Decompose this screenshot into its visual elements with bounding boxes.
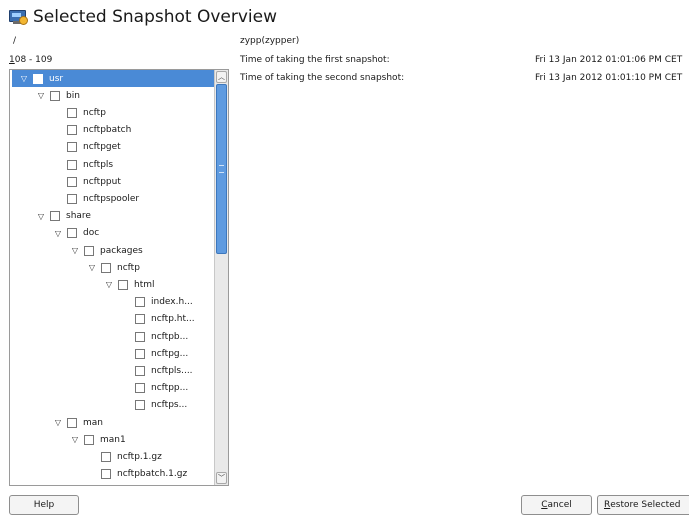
tree-item-label: usr — [49, 73, 64, 84]
tree-item-label: ncftpput — [83, 176, 121, 187]
tree-checkbox[interactable] — [67, 125, 77, 136]
tree-row[interactable]: ▽ packages — [10, 242, 143, 259]
tree-checkbox[interactable] — [135, 297, 145, 308]
tree-item-label: ncftpls.... — [151, 365, 193, 376]
snapper-app-icon — [8, 9, 28, 25]
tree-row[interactable]: ncftp.1.gz — [10, 448, 162, 465]
tree-item-label: ncftp.1.gz — [117, 451, 162, 462]
tree-item-label: ncftpg... — [151, 348, 189, 359]
expand-triangle-icon[interactable]: ▽ — [69, 246, 81, 255]
tree-checkbox[interactable] — [135, 400, 145, 411]
tree-row[interactable]: ▽ ncftp — [10, 259, 140, 276]
tree-item-label: ncftpget — [83, 142, 121, 153]
tree-checkbox[interactable] — [67, 228, 77, 239]
tree-checkbox[interactable] — [135, 348, 145, 359]
tree-row[interactable]: index.h... — [10, 294, 193, 311]
expand-triangle-icon[interactable]: ▽ — [52, 418, 64, 427]
tree-checkbox[interactable] — [135, 365, 145, 376]
tree-item-label: man1 — [100, 434, 126, 445]
tree-row[interactable]: ncftpls.... — [10, 362, 193, 379]
tree-row[interactable]: ncftpbatch.1.gz — [10, 466, 187, 483]
file-tree[interactable]: ▽ usr ▽ bin ncftp ncftpbatch ncftpget ncftpls nc… — [9, 69, 229, 486]
tree-row[interactable]: ▽ html — [10, 276, 155, 293]
tree-checkbox[interactable] — [101, 451, 111, 462]
tree-scrollbar[interactable]: ︿ ﹀ — [214, 70, 228, 485]
tree-row[interactable]: ncftpg... — [10, 345, 188, 362]
tree-item-label: ncftp — [117, 262, 140, 273]
first-snapshot-time-label: Time of taking the first snapshot: — [240, 55, 390, 65]
window-title-bar: Selected Snapshot Overview — [8, 6, 277, 28]
tree-checkbox[interactable] — [135, 314, 145, 325]
tree-row[interactable]: ▽ man — [10, 414, 103, 431]
tree-checkbox[interactable] — [118, 279, 128, 290]
tree-checkbox[interactable] — [84, 434, 94, 445]
tree-item-label: bin — [66, 90, 80, 101]
first-snapshot-time-value: Fri 13 Jan 2012 01:01:06 PM CET — [535, 55, 683, 65]
tree-row[interactable]: ▽ man1 — [10, 431, 126, 448]
tree-checkbox[interactable] — [33, 73, 43, 84]
tree-checkbox[interactable] — [67, 159, 77, 170]
tree-row[interactable]: ncftpp... — [10, 380, 188, 397]
tree-checkbox[interactable] — [67, 107, 77, 118]
tree-checkbox[interactable] — [67, 193, 77, 204]
expand-triangle-icon[interactable]: ▽ — [103, 280, 115, 289]
expand-triangle-icon[interactable]: ▽ — [69, 435, 81, 444]
tree-checkbox[interactable] — [135, 331, 145, 342]
snapshot-range-label: 108 - 109 — [9, 55, 53, 65]
tree-row[interactable]: ncftpls — [10, 156, 113, 173]
tree-checkbox[interactable] — [101, 262, 111, 273]
tree-item-label: html — [134, 279, 155, 290]
tree-item-label: ncftpls — [83, 159, 114, 170]
tree-item-label: ncftp — [83, 107, 106, 118]
tree-checkbox[interactable] — [50, 211, 60, 222]
tree-row[interactable]: ▽ bin — [10, 87, 80, 104]
tree-row[interactable]: ▽ share — [10, 208, 91, 225]
page-title: Selected Snapshot Overview — [33, 7, 278, 27]
tree-row[interactable]: ncftpspooler — [10, 190, 139, 207]
tree-item-label: man — [83, 417, 103, 428]
scroll-down-button[interactable]: ﹀ — [216, 472, 227, 484]
tree-item-label: index.h... — [151, 297, 193, 308]
tree-row[interactable]: ncftp.ht... — [10, 311, 195, 328]
tree-item-label: ncftpbatch.1.gz — [117, 469, 188, 480]
second-snapshot-time-value: Fri 13 Jan 2012 01:01:10 PM CET — [535, 73, 683, 83]
expand-triangle-icon[interactable]: ▽ — [35, 212, 47, 221]
scroll-thumb[interactable] — [216, 84, 227, 254]
tree-item-label: ncftpp... — [151, 383, 189, 394]
snapshot-description: zypp(zypper) — [240, 36, 300, 46]
tree-item-label: ncftp.ht... — [151, 314, 195, 325]
scroll-up-button[interactable]: ︿ — [216, 71, 227, 83]
tree-item-label: share — [66, 211, 91, 222]
tree-row[interactable]: ncftpb... — [10, 328, 188, 345]
tree-checkbox[interactable] — [67, 417, 77, 428]
tree-item-label: ncftpbatch — [83, 125, 132, 136]
second-snapshot-time-label: Time of taking the second snapshot: — [240, 73, 405, 83]
tree-row[interactable]: ncftpget — [10, 139, 121, 156]
tree-row[interactable]: ncftp — [10, 104, 106, 121]
tree-row[interactable]: ncftps... — [10, 397, 187, 414]
tree-checkbox[interactable] — [101, 469, 111, 480]
tree-row[interactable]: ▽ usr — [12, 70, 219, 87]
tree-item-label: ncftpb... — [151, 331, 189, 342]
tree-item-label: ncftpspooler — [83, 193, 140, 204]
expand-triangle-icon[interactable]: ▽ — [35, 91, 47, 100]
cancel-button[interactable]: Cancel — [521, 495, 592, 515]
tree-checkbox[interactable] — [135, 383, 145, 394]
expand-triangle-icon[interactable]: ▽ — [86, 263, 98, 272]
path-label: / — [13, 36, 17, 46]
restore-selected-button[interactable]: Restore Selected — [597, 495, 689, 515]
tree-checkbox[interactable] — [84, 245, 94, 256]
tree-row[interactable]: ▽ doc — [10, 225, 99, 242]
tree-checkbox[interactable] — [67, 142, 77, 153]
tree-item-label: packages — [100, 245, 143, 256]
tree-row[interactable]: ncftpput — [10, 173, 121, 190]
tree-checkbox[interactable] — [67, 176, 77, 187]
tree-item-label: ncftps... — [151, 400, 188, 411]
expand-triangle-icon[interactable]: ▽ — [52, 229, 64, 238]
expand-triangle-icon[interactable]: ▽ — [18, 74, 30, 83]
tree-checkbox[interactable] — [50, 90, 60, 101]
help-button[interactable]: Help — [9, 495, 79, 515]
tree-row[interactable]: ncftpbatch — [10, 122, 131, 139]
tree-item-label: doc — [83, 228, 100, 239]
